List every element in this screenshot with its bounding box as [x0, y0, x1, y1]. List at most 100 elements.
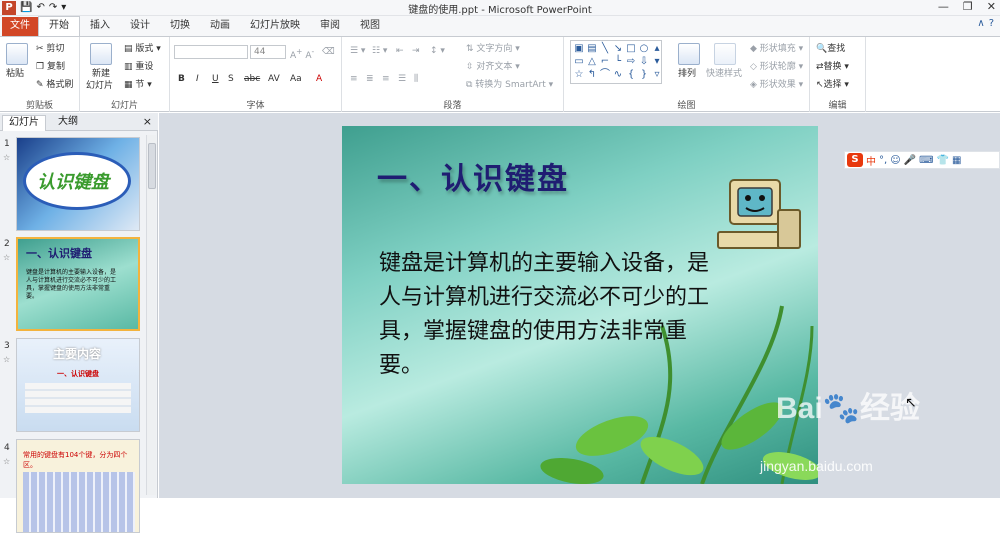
emoji-icon[interactable]: ☺	[890, 155, 900, 166]
indent-increase-icon[interactable]: ⇥	[412, 45, 420, 57]
bullets-icon[interactable]: ☰ ▾	[350, 45, 365, 57]
replace-button[interactable]: ⇄替换 ▾	[816, 61, 849, 73]
ime-mode-toggle[interactable]: 中	[866, 153, 876, 168]
shape-brace-close-icon[interactable]: }	[638, 69, 650, 81]
slide-thumbnail-3[interactable]: 主要内容 一、认识键盘	[16, 338, 140, 432]
align-text-button[interactable]: ⇳ 对齐文本 ▾	[466, 61, 520, 73]
tab-home[interactable]: 开始	[38, 16, 80, 36]
slide-thumbnail-2[interactable]: 一、认识键盘 键盘是计算机的主要输入设备，是人与计算机进行交流必不可少的工具，掌…	[16, 237, 140, 331]
underline-button[interactable]: U	[212, 73, 219, 85]
slide-thumbnail-1[interactable]: 认识键盘	[16, 137, 140, 231]
slide-thumbnail-4[interactable]: 常用的键盘有104个键，分为四个区。	[16, 439, 140, 533]
align-right-icon[interactable]: ≡	[382, 73, 390, 85]
tab-slideshow[interactable]: 幻灯片放映	[240, 17, 310, 36]
shape-effects-button[interactable]: ◈ 形状效果 ▾	[750, 79, 803, 91]
shape-more-icon[interactable]: ▴	[651, 43, 663, 55]
shapes-gallery[interactable]: ▣ ▤ ╲ ↘ □ ○ ▴ ▭ △ ⌐ └ ⇨ ⇩ ▾ ☆ ↰ ⌒ ∿ { } …	[570, 40, 662, 84]
tab-animations[interactable]: 动画	[200, 17, 240, 36]
cut-button[interactable]: ✂ 剪切	[36, 43, 64, 55]
shadow-text-button[interactable]: S	[228, 73, 234, 85]
copy-button[interactable]: ❐ 复制	[36, 61, 65, 73]
char-spacing-button[interactable]: AV	[268, 73, 280, 85]
shape-rect-icon[interactable]: □	[625, 43, 637, 55]
bold-button[interactable]: B	[178, 73, 185, 85]
tab-design[interactable]: 设计	[120, 17, 160, 36]
shape-curve-icon[interactable]: ↰	[586, 69, 598, 81]
arrange-icon[interactable]	[678, 43, 700, 65]
tab-view[interactable]: 视图	[350, 17, 390, 36]
columns-icon[interactable]: ⫼	[414, 73, 418, 85]
new-slide-button[interactable]: 新建	[92, 68, 110, 80]
shape-wave-icon[interactable]: ∿	[612, 69, 624, 81]
shape-outline-button[interactable]: ◇ 形状轮廓 ▾	[750, 61, 803, 73]
arrange-button[interactable]: 排列	[678, 68, 696, 80]
slide-title[interactable]: 一、认识键盘	[377, 154, 569, 198]
tab-insert[interactable]: 插入	[80, 17, 120, 36]
select-button[interactable]: ↖选择 ▾	[816, 79, 849, 91]
tab-slides-pane[interactable]: 幻灯片	[2, 115, 46, 131]
shape-triangle-icon[interactable]: △	[586, 56, 598, 68]
shape-expand-icon[interactable]: ▿	[651, 69, 663, 81]
new-slide-label[interactable]: 幻灯片	[86, 80, 113, 92]
find-button[interactable]: 🔍查找	[816, 43, 845, 55]
keyboard-icon[interactable]: ⌨	[919, 155, 933, 166]
layout-button[interactable]: ▤ 版式 ▾	[124, 43, 161, 55]
paste-icon[interactable]	[6, 43, 28, 65]
format-painter-button[interactable]: ✎ 格式刷	[36, 79, 73, 91]
shape-textbox-icon[interactable]: ▣	[573, 43, 585, 55]
clear-format-icon[interactable]: ⌫	[322, 46, 335, 58]
shape-connector-icon[interactable]: ⌐	[599, 56, 611, 68]
align-center-icon[interactable]: ≣	[366, 73, 374, 85]
change-case-button[interactable]: Aa	[290, 73, 302, 85]
smartart-button[interactable]: ⧉ 转换为 SmartArt ▾	[466, 79, 553, 91]
font-size-combo[interactable]: 44	[250, 45, 286, 59]
quick-styles-icon[interactable]	[714, 43, 736, 65]
indent-decrease-icon[interactable]: ⇤	[396, 45, 404, 57]
shape-rarrow-icon[interactable]: ⇨	[625, 56, 637, 68]
reset-button[interactable]: ▥ 重设	[124, 61, 153, 73]
quick-styles-button[interactable]: 快速样式	[706, 68, 742, 80]
shape-freeform-icon[interactable]: ⌒	[599, 69, 611, 81]
slide-body-text[interactable]: 键盘是计算机的主要输入设备，是人与计算机进行交流必不可少的工具，掌握键盘的使用方…	[379, 247, 714, 383]
italic-button[interactable]: I	[196, 73, 199, 85]
section-button[interactable]: ▦ 节 ▾	[124, 79, 152, 91]
shape-line-icon[interactable]: ╲	[599, 43, 611, 55]
line-spacing-icon[interactable]: ↕ ▾	[430, 45, 445, 57]
shape-fill-button[interactable]: ◆ 形状填充 ▾	[750, 43, 803, 55]
align-left-icon[interactable]: ≡	[350, 73, 358, 85]
tab-review[interactable]: 审阅	[310, 17, 350, 36]
microphone-icon[interactable]: 🎤	[904, 155, 916, 166]
font-color-button[interactable]: A	[316, 73, 322, 85]
shape-brace-open-icon[interactable]: {	[625, 69, 637, 81]
justify-icon[interactable]: ☰	[398, 73, 406, 85]
slide-editor[interactable]: 一、认识键盘 键盘是计算机的主要输入设备，是人与计算机进行交流必不可少的工具，掌…	[342, 126, 818, 484]
minimize-button[interactable]: —	[938, 0, 949, 13]
tab-outline-pane[interactable]: 大纲	[52, 115, 84, 129]
help-icon[interactable]: ?	[989, 18, 994, 29]
slides-pane-scrollbar[interactable]	[146, 135, 156, 495]
new-slide-icon[interactable]	[90, 43, 112, 65]
strikethrough-button[interactable]: abc	[244, 73, 260, 85]
font-name-combo[interactable]	[174, 45, 248, 59]
grow-font-button[interactable]: A+ A-	[290, 46, 314, 62]
punctuation-icon[interactable]: °,	[879, 155, 887, 166]
tab-file[interactable]: 文件	[2, 17, 38, 36]
close-pane-icon[interactable]: ×	[143, 115, 152, 128]
shape-roundrect-icon[interactable]: ▭	[573, 56, 585, 68]
toolbox-icon[interactable]: ▦	[952, 155, 961, 166]
shape-star-icon[interactable]: ☆	[573, 69, 585, 81]
skin-icon[interactable]: 👕	[937, 155, 949, 166]
shape-vtextbox-icon[interactable]: ▤	[586, 43, 598, 55]
shape-scroll-icon[interactable]: ▾	[651, 56, 663, 68]
shape-oval-icon[interactable]: ○	[638, 43, 650, 55]
numbering-icon[interactable]: ☷ ▾	[372, 45, 387, 57]
minimize-ribbon-icon[interactable]: ∧	[977, 18, 984, 29]
restore-button[interactable]: ❐	[963, 0, 973, 13]
shape-elbow-icon[interactable]: └	[612, 56, 624, 68]
paste-button[interactable]: 粘贴	[6, 68, 24, 80]
tab-transitions[interactable]: 切换	[160, 17, 200, 36]
scrollbar-thumb[interactable]	[148, 143, 156, 189]
close-button[interactable]: ✕	[987, 0, 996, 13]
sogou-logo-icon[interactable]: S	[847, 153, 863, 167]
shape-darrow-icon[interactable]: ⇩	[638, 56, 650, 68]
